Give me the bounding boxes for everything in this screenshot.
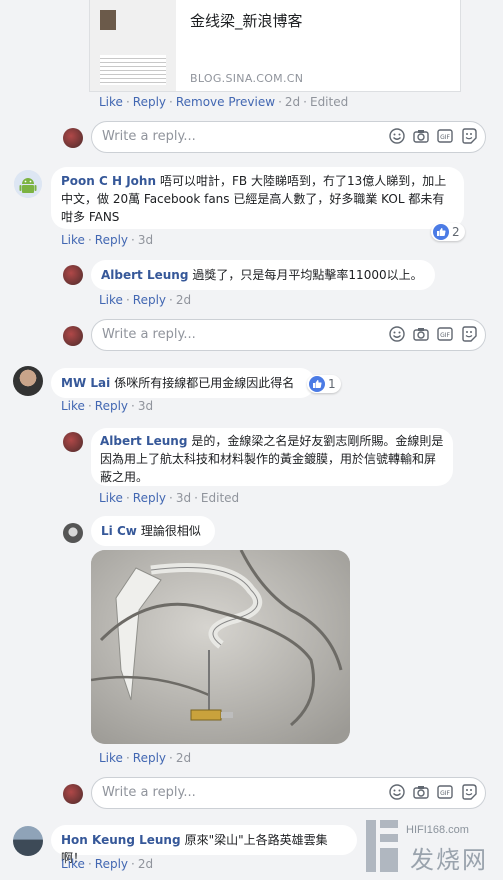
avatar[interactable] [63,432,83,452]
reply-author[interactable]: Albert Leung [100,434,187,448]
comment-author[interactable]: MW Lai [61,376,110,390]
avatar[interactable] [63,523,83,543]
link-preview-title[interactable]: 金线梁_新浪博客 [190,10,303,31]
reply-author[interactable]: Li Cw [101,524,137,538]
sticker-icon[interactable] [461,326,477,342]
reaction-count[interactable]: 2 [431,223,465,241]
svg-text:GIF: GIF [440,790,450,797]
like-thumb-icon [309,376,325,392]
like-link[interactable]: Like [99,751,123,765]
reply-input[interactable]: Write a reply... GIF [91,121,486,153]
like-link[interactable]: Like [61,233,85,247]
reply-photo[interactable] [91,550,350,744]
reply-input[interactable]: Write a reply... GIF [91,319,486,351]
comment-time: 3d [137,399,154,413]
like-link[interactable]: Like [99,95,123,109]
avatar[interactable] [13,366,43,396]
like-link[interactable]: Like [99,491,123,505]
reply-actions: Like · Reply · 2d [99,293,192,307]
remove-preview-link[interactable]: Remove Preview [176,95,275,109]
android-avatar-icon [14,170,42,198]
watermark-name: 发烧网 [410,846,488,874]
comment-text: 係咪所有接線都已用金線因此得名 [114,376,295,390]
reply-link[interactable]: Reply [95,233,128,247]
watermark-site: HIFI168.com [406,824,469,836]
avatar[interactable] [14,170,42,198]
camera-icon[interactable] [413,128,429,144]
reply-placeholder: Write a reply... [102,129,196,144]
gif-icon[interactable]: GIF [437,128,453,144]
gif-icon[interactable]: GIF [437,784,453,800]
like-link[interactable]: Like [99,293,123,307]
like-link[interactable]: Like [61,399,85,413]
svg-text:GIF: GIF [440,134,450,141]
emoji-icon[interactable] [389,784,405,800]
sticker-icon[interactable] [461,128,477,144]
like-link[interactable]: Like [61,857,85,871]
top-comment-actions: Like · Reply · Remove Preview · 2d · Edited [99,95,349,109]
comment-author[interactable]: Poon C H John [61,174,156,188]
reply-text: 過獎了，只是每月平均點擊率11000以上。 [192,268,423,282]
reply-bubble: Li Cw 理論很相似 [91,516,215,546]
emoji-icon[interactable] [389,326,405,342]
reaction-number: 2 [452,225,460,239]
link-preview-thumbnail [90,0,176,91]
link-preview-card[interactable]: 金线梁_新浪博客 BLOG.SINA.COM.CN [89,0,461,92]
comment-bubble: Poon C H John 唔可以咁計，FB 大陸睇唔到，冇了13億人睇到，加上中… [51,167,464,229]
reaction-count[interactable]: 1 [307,375,341,393]
reply-tools: GIF [389,128,477,144]
reply-link[interactable]: Reply [95,399,128,413]
avatar [63,128,83,148]
reply-input[interactable]: Write a reply... GIF [91,777,486,809]
edited-label: Edited [200,491,240,505]
reply-placeholder: Write a reply... [102,327,196,342]
cable-photo [91,550,350,744]
reply-link[interactable]: Reply [95,857,128,871]
gif-icon[interactable]: GIF [437,326,453,342]
reply-text: 理論很相似 [140,524,201,538]
reaction-number: 1 [328,377,336,391]
thumbnail-text-lines [100,55,166,85]
comment-bubble: Hon Keung Leung 原來"梁山"上各路英雄雲集啊！ [51,825,357,865]
like-thumb-icon [433,224,449,240]
reply-time: 2d [175,751,192,765]
reply-bubble: Albert Leung 是的，金線梁之名是好友劉志剛所賜。金線則是因為用上了航太… [91,428,453,486]
reply-tools: GIF [389,326,477,342]
comment-time: 2d [284,95,301,109]
svg-text:GIF: GIF [440,332,450,339]
avatar[interactable] [63,265,83,285]
reply-link[interactable]: Reply [133,95,166,109]
thumbnail-photo [100,10,116,30]
reply-actions: Like · Reply · 3d · Edited [99,491,240,505]
reply-actions: Like · Reply · 2d [99,751,192,765]
reply-bubble: Albert Leung 過獎了，只是每月平均點擊率11000以上。 [91,260,435,290]
edited-label: Edited [309,95,349,109]
comment-actions: Like · Reply · 2d [61,857,154,871]
comment-actions: Like · Reply · 3d [61,399,154,413]
link-preview-domain: BLOG.SINA.COM.CN [190,72,304,85]
reply-link[interactable]: Reply [133,751,166,765]
reply-link[interactable]: Reply [133,491,166,505]
reply-time: 3d [175,491,192,505]
comment-time: 3d [137,233,154,247]
reply-author[interactable]: Albert Leung [101,268,188,282]
camera-icon[interactable] [413,326,429,342]
sticker-icon[interactable] [461,784,477,800]
avatar [63,326,83,346]
avatar [63,784,83,804]
comment-actions: Like · Reply · 3d [61,233,154,247]
camera-icon[interactable] [413,784,429,800]
watermark-logo-icon [366,820,398,872]
comment-bubble: MW Lai 係咪所有接線都已用金線因此得名 [51,368,315,398]
watermark: HIFI168.com 发烧网 [358,812,500,878]
reply-link[interactable]: Reply [133,293,166,307]
emoji-icon[interactable] [389,128,405,144]
reply-placeholder: Write a reply... [102,785,196,800]
reply-tools: GIF [389,784,477,800]
comment-time: 2d [137,857,154,871]
avatar[interactable] [13,826,43,856]
reply-time: 2d [175,293,192,307]
comment-author[interactable]: Hon Keung Leung [61,833,181,847]
